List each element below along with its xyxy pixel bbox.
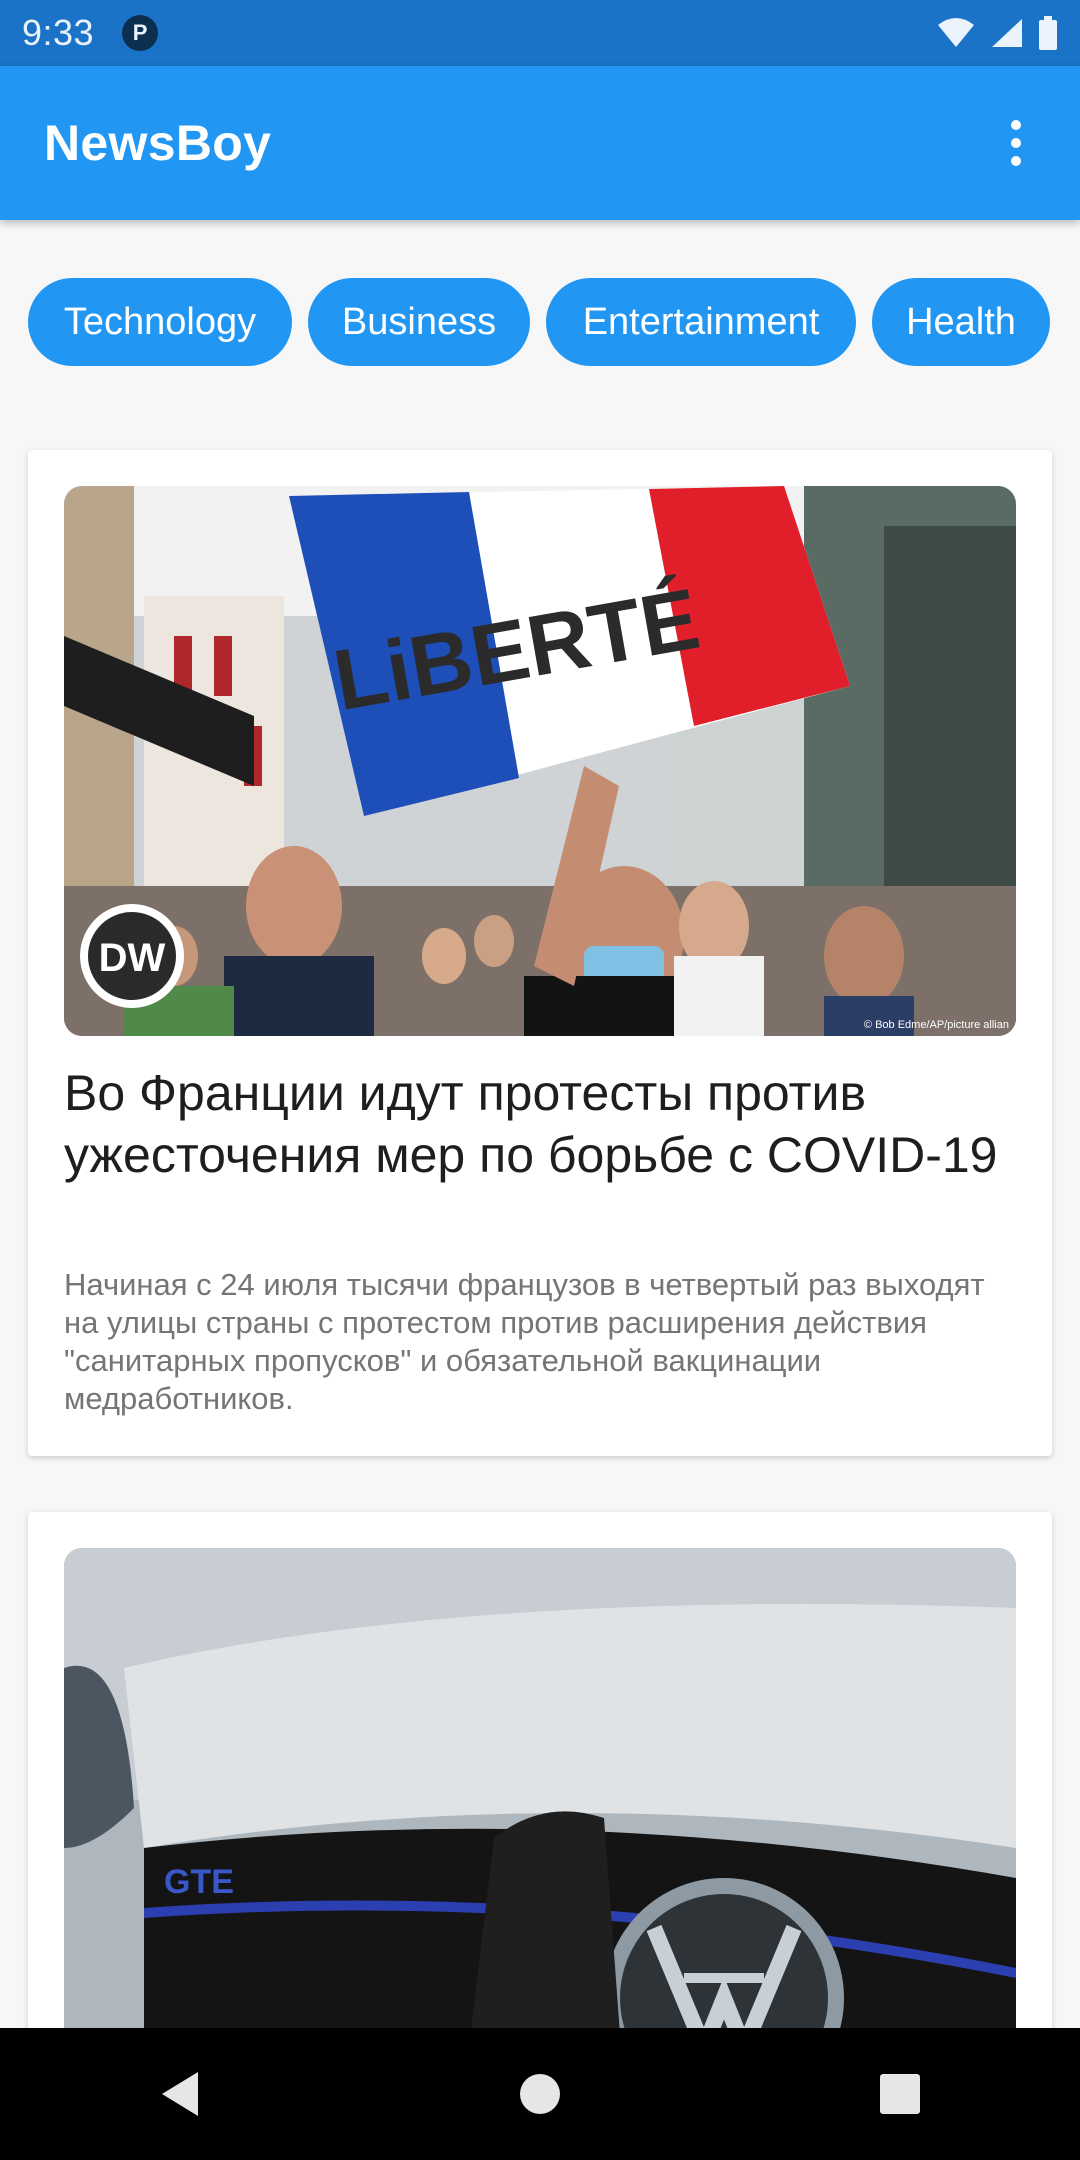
- app-title: NewsBoy: [44, 115, 272, 171]
- chip-technology[interactable]: Technology: [28, 278, 292, 366]
- article-card[interactable]: LiBERTÉ DW © Bob Edme/AP/picture allian: [28, 450, 1052, 1456]
- recents-icon[interactable]: [840, 2034, 960, 2154]
- status-bar: 9:33 P: [0, 0, 1080, 66]
- chip-health[interactable]: Health: [872, 278, 1050, 366]
- article-image[interactable]: LiBERTÉ DW © Bob Edme/AP/picture allian: [64, 486, 1016, 1036]
- overflow-menu-icon[interactable]: [992, 113, 1040, 173]
- article-card[interactable]: GTE: [28, 1512, 1052, 2088]
- article-image[interactable]: GTE: [64, 1548, 1016, 2088]
- gte-badge-text: GTE: [164, 1863, 234, 1901]
- image-credit: © Bob Edme/AP/picture allian: [864, 1019, 1009, 1031]
- dw-logo-text: DW: [99, 936, 166, 980]
- status-icons: [936, 16, 1058, 50]
- app-bar: NewsBoy: [0, 66, 1080, 220]
- chip-entertainment[interactable]: Entertainment: [546, 278, 856, 366]
- navigation-bar: [0, 2028, 1080, 2160]
- battery-icon: [1039, 16, 1057, 50]
- wifi-icon: [938, 18, 974, 47]
- chip-business[interactable]: Business: [308, 278, 530, 366]
- article-description: Начиная с 24 июля тысячи французов в чет…: [64, 1267, 985, 1416]
- status-time: 9:33: [22, 12, 95, 53]
- back-icon[interactable]: [120, 2034, 240, 2154]
- signal-icon: [992, 19, 1022, 47]
- article-title[interactable]: Во Франции идут протесты против ужесточе…: [64, 1062, 1016, 1186]
- home-icon[interactable]: [480, 2034, 600, 2154]
- app-notification-icon: P: [122, 15, 159, 51]
- category-chips: Technology Business Entertainment Health: [0, 276, 1080, 368]
